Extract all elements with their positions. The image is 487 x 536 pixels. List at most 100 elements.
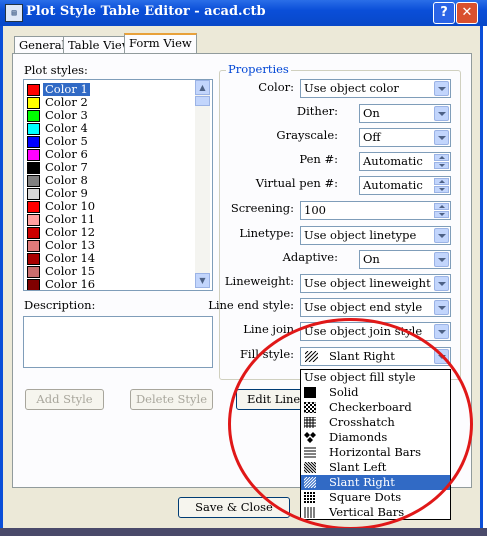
- dropdown-option-label: Checkerboard: [329, 400, 412, 414]
- screening-label: Screening:: [230, 201, 294, 215]
- color-label: Color:: [258, 80, 294, 94]
- adaptive-label: Adaptive:: [282, 250, 338, 264]
- virtual-pen-spinner[interactable]: Automatic: [359, 176, 451, 195]
- tab-general[interactable]: General: [14, 36, 71, 54]
- dropdown-option-label: Horizontal Bars: [329, 445, 422, 459]
- line-join-label: Line join: [243, 322, 294, 336]
- color-swatch-icon: [27, 136, 40, 148]
- fill-style-dropdown[interactable]: Use object fill style Solid Checkerboard Cr…: [292, 369, 451, 520]
- lineweight-value: Use object lineweight: [304, 276, 431, 290]
- line-end-style-select[interactable]: Use object end style: [300, 298, 451, 317]
- vertical-bars-pattern-icon: [304, 507, 316, 518]
- close-button[interactable]: ✕: [456, 2, 478, 24]
- dropdown-option-label: Vertical Bars: [329, 505, 405, 519]
- chevron-down-icon[interactable]: [434, 276, 449, 291]
- scroll-thumb[interactable]: [195, 96, 210, 106]
- grayscale-value: Off: [363, 130, 381, 144]
- color-swatch-icon: [27, 214, 40, 226]
- plot-styles-list[interactable]: Color 1 Color 2 Color 3 Color 4 Color 5 Color…: [23, 79, 213, 291]
- window-title: Plot Style Table Editor - acad.ctb: [26, 4, 266, 19]
- pen-spinner[interactable]: Automatic: [359, 152, 451, 171]
- chevron-down-icon[interactable]: [434, 106, 449, 121]
- list-item-label: Color 16: [45, 277, 96, 291]
- color-swatch-icon: [27, 123, 40, 135]
- chevron-down-icon[interactable]: [434, 130, 449, 145]
- color-swatch-icon: [27, 175, 40, 187]
- lineweight-label: Lineweight:: [224, 274, 294, 288]
- color-swatch-icon: [27, 279, 40, 290]
- adaptive-select[interactable]: On: [359, 250, 451, 269]
- linetype-label: Linetype:: [239, 226, 294, 240]
- horizontal-bars-pattern-icon: [304, 447, 316, 458]
- line-join-select[interactable]: Use object join style: [300, 322, 451, 341]
- add-style-button[interactable]: Add Style: [25, 389, 104, 410]
- virtual-pen-value: Automatic: [363, 178, 423, 192]
- chevron-down-icon[interactable]: [434, 300, 449, 315]
- linetype-select[interactable]: Use object linetype: [300, 226, 451, 245]
- color-select[interactable]: Use object color: [300, 79, 451, 98]
- spinner-icon[interactable]: [434, 154, 449, 169]
- dropdown-option[interactable]: Horizontal Bars: [301, 445, 450, 460]
- dropdown-option-label: Slant Right: [329, 475, 395, 489]
- properties-title: Properties: [226, 62, 291, 76]
- spinner-icon[interactable]: [434, 203, 449, 218]
- color-swatch-icon: [27, 110, 40, 122]
- color-swatch-icon: [27, 162, 40, 174]
- description-label: Description:: [24, 298, 96, 312]
- dropdown-option-label: Use object fill style: [304, 370, 416, 384]
- color-swatch-icon: [27, 149, 40, 161]
- fill-style-select[interactable]: Slant Right: [300, 347, 451, 366]
- line-end-style-label: Line end style:: [208, 298, 294, 312]
- color-swatch-icon: [27, 240, 40, 252]
- dither-value: On: [363, 106, 380, 120]
- virtual-pen-label: Virtual pen #:: [255, 176, 338, 190]
- crosshatch-pattern-icon: [303, 416, 316, 428]
- plot-styles-scrollbar[interactable]: ▲ ▼: [195, 80, 210, 288]
- color-swatch-icon: [27, 201, 40, 213]
- dropdown-option[interactable]: Diamonds: [301, 430, 450, 445]
- fill-style-label: Fill style:: [239, 347, 294, 361]
- square-dots-pattern-icon: [304, 492, 316, 503]
- color-swatch-icon: [27, 227, 40, 239]
- grayscale-select[interactable]: Off: [359, 128, 451, 147]
- fill-style-value: Slant Right: [329, 349, 395, 363]
- diamonds-pattern-icon: [304, 432, 316, 443]
- app-icon: ▤: [5, 4, 23, 22]
- solid-pattern-icon: [304, 387, 316, 398]
- color-swatch-icon: [27, 253, 40, 265]
- linetype-value: Use object linetype: [304, 228, 417, 242]
- chevron-down-icon[interactable]: [434, 81, 449, 96]
- lineweight-select[interactable]: Use object lineweight: [300, 274, 451, 293]
- pen-label: Pen #:: [299, 152, 338, 166]
- grayscale-label: Grayscale:: [276, 128, 338, 142]
- adaptive-value: On: [363, 252, 380, 266]
- save-close-button[interactable]: Save & Close: [178, 497, 290, 518]
- screening-spinner[interactable]: 100: [300, 201, 451, 220]
- dropdown-option[interactable]: Slant Right: [292, 475, 450, 490]
- dropdown-option-label: Slant Left: [329, 460, 387, 474]
- color-swatch-icon: [27, 97, 40, 109]
- dropdown-option[interactable]: Checkerboard: [301, 400, 450, 415]
- plot-styles-label: Plot styles:: [24, 63, 88, 77]
- dropdown-option[interactable]: Vertical Bars: [301, 505, 450, 520]
- chevron-down-icon[interactable]: [434, 324, 449, 339]
- chevron-down-icon[interactable]: [434, 252, 449, 267]
- dropdown-option[interactable]: Slant Left: [292, 460, 450, 475]
- chevron-down-icon[interactable]: [434, 349, 449, 364]
- dropdown-option[interactable]: Use object fill style: [301, 370, 450, 385]
- help-button[interactable]: ?: [433, 2, 455, 24]
- title-bar[interactable]: ▤ Plot Style Table Editor - acad.ctb ? ✕: [0, 0, 487, 26]
- spinner-icon[interactable]: [434, 178, 449, 193]
- line-end-style-value: Use object end style: [304, 300, 423, 314]
- dropdown-option[interactable]: Square Dots: [301, 490, 450, 505]
- dropdown-option[interactable]: Crosshatch: [301, 415, 450, 430]
- delete-style-button[interactable]: Delete Style: [130, 389, 213, 410]
- slant-left-pattern-icon: [292, 461, 326, 474]
- dither-select[interactable]: On: [359, 104, 451, 123]
- checkerboard-pattern-icon: [303, 401, 317, 414]
- chevron-down-icon[interactable]: [434, 228, 449, 243]
- color-swatch-icon: [27, 84, 40, 96]
- dropdown-option[interactable]: Solid: [301, 385, 450, 400]
- slant-right-pattern-icon: [292, 476, 326, 489]
- dropdown-option-label: Crosshatch: [329, 415, 395, 429]
